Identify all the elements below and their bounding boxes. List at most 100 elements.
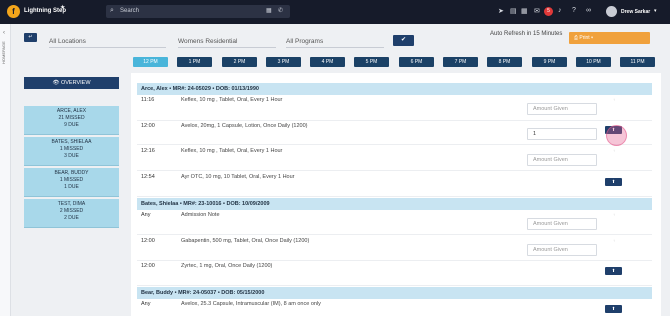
time-tabs: 12 PM 1 PM 2 PM 3 PM 4 PM 5 PM 6 PM 7 PM 8 PM 9 P… (0, 57, 670, 67)
tab-time-6[interactable]: 6 PM (399, 57, 434, 67)
medication-name: Keflex, 10 mg , Tablet, Oral, Every 1 Ho… (181, 148, 283, 154)
medication-time: 12:16 (141, 148, 155, 154)
medication-row: Any Admission Note Amount Given ↑ (137, 210, 652, 235)
bell-icon[interactable]: ♪ (558, 7, 562, 14)
print-button[interactable]: ⎙ Print ▾ (569, 32, 650, 44)
tab-time-3[interactable]: 3 PM (266, 57, 301, 67)
chevron-down-icon: ▾ (589, 35, 594, 41)
tab-time-4[interactable]: 4 PM (310, 57, 345, 67)
favorite-star-icon[interactable]: ★ (60, 4, 65, 11)
patient-group-header: Arce, Alex • MR#: 24-05029 • DOB: 01/13/… (137, 83, 652, 95)
medication-name: Zyrtec, 1 mg, Oral, Once Daily (1200) (181, 263, 273, 269)
chat-icon[interactable]: ✉ (534, 7, 540, 15)
medication-name: Ayr OTC, 10 mg, 10 Tablet, Oral, Every 1… (181, 174, 295, 180)
search-bar[interactable]: ⌕ Search ▦ ✆ (106, 5, 290, 18)
medication-row: 12:54 Ayr OTC, 10 mg, 10 Tablet, Oral, Ev… (137, 172, 652, 197)
apply-filter-button[interactable]: ✔ (393, 35, 414, 46)
search-icon: ⌕ (110, 7, 114, 14)
medication-time: Any (141, 212, 151, 218)
tab-time-1[interactable]: 1 PM (177, 57, 212, 67)
patient-due: 3 DUE (64, 153, 79, 159)
notification-badge[interactable]: 5 (544, 7, 553, 16)
patient-name: TEST, DIMA (57, 201, 86, 207)
send-icon[interactable]: ➤ (498, 7, 504, 15)
medication-row: 12:00 Gabapentin, 500 mg, Tablet, Oral, O… (137, 236, 652, 261)
medication-panel: Arce, Alex • MR#: 24-05029 • DOB: 01/13/… (131, 73, 661, 316)
patient-due: 2 DUE (64, 215, 79, 221)
amount-given-input[interactable]: Amount Given (527, 218, 597, 230)
patient-missed: 2 MISSED (59, 208, 84, 214)
amount-given-input[interactable]: Amount Given (527, 244, 597, 256)
tab-time-10[interactable]: 10 PM (576, 57, 611, 67)
medication-row: 12:16 Keflex, 10 mg , Tablet, Oral, Every… (137, 146, 652, 171)
patient-missed: 1 MISSED (59, 177, 84, 183)
user-avatar[interactable] (606, 6, 617, 17)
patient-group-header: Bates, Shielaa • MR#: 23-10016 • DOB: 10… (137, 198, 652, 210)
medication-time: Any (141, 301, 151, 307)
medication-row: 11:16 Keflex, 10 mg , Tablet, Oral, Every… (137, 95, 652, 121)
patient-card[interactable]: ARCE, ALEX 21 MISSED 9 DUE (24, 106, 119, 135)
medication-name: Gabapentin, 500 mg, Tablet, Oral, Once D… (181, 238, 310, 244)
medication-name: Keflex, 10 mg , Tablet, Oral, Every 1 Ho… (181, 97, 283, 103)
tab-time-9[interactable]: 9 PM (532, 57, 567, 67)
medication-time: 12:00 (141, 123, 155, 129)
patient-card[interactable]: TEST, DIMA 2 MISSED 2 DUE (24, 199, 119, 228)
phone-icon[interactable]: ✆ (278, 7, 283, 14)
medication-name: Avelox, 20mg, 1 Capsule, Lotion, Once Da… (181, 123, 308, 129)
location-select[interactable]: All Locations (49, 38, 166, 48)
amount-given-input[interactable]: Amount Given (527, 103, 597, 115)
patient-due: 9 DUE (64, 122, 79, 128)
left-rail: ‹ HOMEPAGE (0, 24, 11, 316)
medication-time: 12:00 (141, 263, 155, 269)
patient-name: BATES, SHIELAA (51, 139, 92, 145)
auto-refresh-text: Auto Refresh in 15 Minutes (490, 31, 563, 37)
tab-time-0[interactable]: 12 PM (133, 57, 168, 67)
search-input[interactable]: Search (120, 8, 139, 14)
lightning-step-logo[interactable]: f (7, 5, 20, 18)
tab-time-7[interactable]: 7 PM (443, 57, 478, 67)
program-unit-select[interactable]: Womens Residential (178, 38, 276, 48)
overview-button[interactable]: 👁 OVERVIEW (24, 77, 119, 89)
arrow-up-icon[interactable]: ↑ (613, 97, 615, 102)
chevron-left-icon[interactable]: ‹ (3, 30, 5, 36)
arrow-up-icon[interactable]: ↑ (613, 212, 615, 217)
top-navigation-bar: f Lightning Step ★ ⌕ Search ▦ ✆ ➤ ▤ ▦ ✉ … (0, 0, 670, 24)
medication-time: 12:54 (141, 174, 155, 180)
apps-grid-icon[interactable]: ▦ (521, 7, 528, 15)
print-label: Print (579, 35, 590, 41)
medication-row: Any Avelox, 25.3 Capsule, Intramuscular (… (137, 299, 652, 316)
tab-time-8[interactable]: 8 PM (487, 57, 522, 67)
help-icon[interactable]: ? (572, 7, 576, 14)
overview-label: OVERVIEW (60, 80, 91, 86)
medication-row: 12:00 Zyrtec, 1 mg, Oral, Once Daily (120… (137, 261, 652, 286)
arrow-up-icon[interactable]: ↑ (613, 238, 615, 243)
arrow-up-icon[interactable]: ↑ (613, 148, 615, 153)
patient-card[interactable]: BEAR, BUDDY 1 MISSED 1 DUE (24, 168, 119, 197)
calendar-icon[interactable]: ▦ (266, 7, 272, 14)
medication-time: 12:00 (141, 238, 155, 244)
administer-button[interactable]: ⬆ (605, 178, 622, 186)
user-name[interactable]: Drew Sarkar (621, 9, 650, 15)
patient-card[interactable]: BATES, SHIELAA 1 MISSED 3 DUE (24, 137, 119, 166)
administer-button[interactable]: ⬆ (605, 305, 622, 313)
patient-missed: 21 MISSED (58, 115, 85, 121)
tab-time-5[interactable]: 5 PM (354, 57, 389, 67)
medication-time: 11:16 (141, 97, 155, 103)
tab-time-11[interactable]: 11 PM (620, 57, 655, 67)
back-button[interactable]: ↵ (24, 33, 37, 42)
amount-given-input[interactable]: 1 (527, 128, 597, 140)
patient-missed: 1 MISSED (59, 146, 84, 152)
programs-select[interactable]: All Programs (286, 38, 384, 48)
link-icon[interactable]: ∞ (586, 7, 591, 14)
chevron-down-icon[interactable]: ▾ (654, 8, 657, 14)
patient-due: 1 DUE (64, 184, 79, 190)
calendar-grid-icon[interactable]: ▤ (510, 7, 517, 15)
administer-button[interactable]: ⬆ (605, 126, 622, 134)
patient-group-header: Bear, Buddy • MR#: 24-05037 • DOB: 05/15… (137, 287, 652, 299)
patient-name: ARCE, ALEX (56, 108, 87, 114)
medication-name: Avelox, 25.3 Capsule, Intramuscular (IM)… (181, 301, 321, 307)
patient-name: BEAR, BUDDY (54, 170, 89, 176)
amount-given-input[interactable]: Amount Given (527, 154, 597, 166)
tab-time-2[interactable]: 2 PM (222, 57, 257, 67)
administer-button[interactable]: ⬆ (605, 267, 622, 275)
